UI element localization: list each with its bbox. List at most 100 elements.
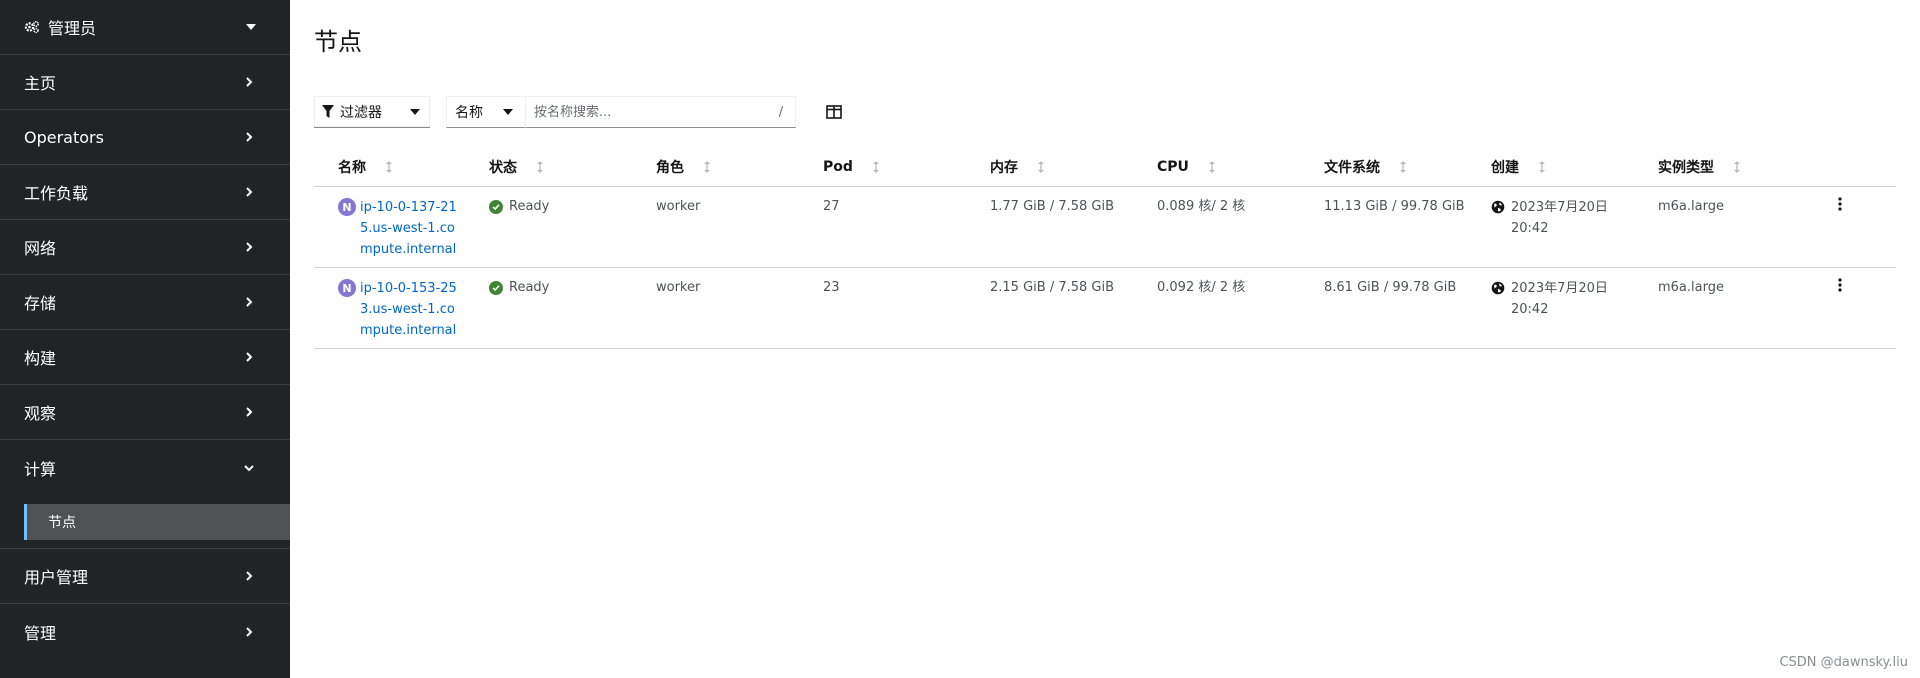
filesystem-cell: 11.13 GiB / 99.78 GiB <box>1324 199 1465 214</box>
filter-dropdown[interactable]: 过滤器 <box>314 96 430 128</box>
column-header-instance-type[interactable]: 实例类型 <box>1634 157 1784 177</box>
kebab-menu-icon <box>1838 197 1842 211</box>
sidebar-item-label: 计算 <box>24 459 57 479</box>
search-attribute-select[interactable]: 名称 <box>446 96 526 128</box>
node-resource-badge: N <box>338 279 356 297</box>
role-cell: worker <box>656 199 701 214</box>
sidebar-item-label: 用户管理 <box>24 568 89 587</box>
sidebar-item-label: 管理 <box>24 623 57 643</box>
status-cell: Ready <box>465 268 632 348</box>
sidebar-item-operators[interactable]: Operators <box>0 110 290 165</box>
created-cell: 2023年7月20日 20:42 <box>1467 187 1634 267</box>
column-header-filesystem[interactable]: 文件系统 <box>1300 157 1467 177</box>
table-row: N ip-10-0-153-253.us-west-1.compute.inte… <box>314 268 1896 349</box>
table-row: N ip-10-0-137-215.us-west-1.compute.inte… <box>314 187 1896 268</box>
column-header-name[interactable]: 名称 <box>314 157 465 177</box>
memory-cell: 1.77 GiB / 7.58 GiB <box>990 199 1115 214</box>
status-cell: Ready <box>465 187 632 267</box>
sidebar-item-workloads[interactable]: 工作负载 <box>0 165 290 220</box>
column-header-pods[interactable]: Pod <box>799 159 966 175</box>
role-cell: worker <box>656 280 701 295</box>
sidebar-item-label: 存储 <box>24 294 57 313</box>
sidebar-item-networking[interactable]: 网络 <box>0 220 290 275</box>
status-text: Ready <box>509 280 550 295</box>
chevron-right-icon <box>242 240 256 254</box>
watermark: CSDN @dawnsky.liu <box>1779 655 1908 670</box>
chevron-right-icon <box>242 75 256 89</box>
sidebar-item-home[interactable]: 主页 <box>0 55 290 110</box>
sort-icon <box>1038 161 1044 173</box>
chevron-right-icon <box>242 405 256 419</box>
pods-cell: 23 <box>823 280 840 295</box>
sidebar-item-nodes[interactable]: 节点 <box>24 503 290 540</box>
chevron-right-icon <box>242 295 256 309</box>
chevron-down-icon <box>242 461 256 475</box>
filter-icon <box>322 105 334 118</box>
sidebar-item-observe[interactable]: 观察 <box>0 385 290 440</box>
column-header-role[interactable]: 角色 <box>632 157 799 177</box>
compute-subnav: 节点 <box>0 495 290 549</box>
sidebar-item-label: 网络 <box>24 239 57 258</box>
caret-down-icon <box>246 24 256 30</box>
sidebar-item-administration[interactable]: 管理 <box>0 604 290 659</box>
row-actions-kebab[interactable] <box>1784 187 1896 267</box>
sort-icon <box>872 161 879 173</box>
sort-icon <box>1539 161 1545 173</box>
created-time: 20:42 <box>1511 302 1549 317</box>
name-cell: N ip-10-0-153-253.us-west-1.compute.inte… <box>314 268 465 348</box>
column-header-cpu[interactable]: CPU <box>1133 159 1300 175</box>
sidebar-item-label: 观察 <box>24 404 57 423</box>
sidebar: 管理员 主页 Operators 工作负载 网络 存储 构建 观察 计算 节点 … <box>0 0 290 678</box>
column-header-status[interactable]: 状态 <box>465 157 632 177</box>
table-header: 名称 状态 角色 Pod 内存 CPU 文件系统 创建 实例类型 <box>314 148 1896 187</box>
search-attribute-label: 名称 <box>455 105 483 121</box>
node-link[interactable]: ip-10-0-153-253.us-west-1.compute.intern… <box>360 278 465 341</box>
toolbar: 过滤器 名称 / <box>314 96 844 128</box>
sidebar-item-storage[interactable]: 存储 <box>0 275 290 330</box>
sort-icon <box>704 161 710 173</box>
sort-icon <box>1734 161 1740 173</box>
globe-icon <box>1491 281 1505 295</box>
filesystem-cell: 8.61 GiB / 99.78 GiB <box>1324 280 1457 295</box>
caret-down-icon <box>503 109 513 115</box>
sort-icon <box>1400 161 1406 173</box>
sidebar-item-label: Operators <box>24 127 104 147</box>
sidebar-item-label: 构建 <box>24 349 57 368</box>
app-root: 管理员 主页 Operators 工作负载 网络 存储 构建 观察 计算 节点 … <box>0 0 1920 678</box>
created-time: 20:42 <box>1511 221 1549 236</box>
created-date: 2023年7月20日 <box>1511 281 1608 296</box>
sort-icon <box>1208 161 1215 173</box>
sidebar-item-user-management[interactable]: 用户管理 <box>0 549 290 604</box>
page-title: 节点 <box>314 28 362 56</box>
status-text: Ready <box>509 199 550 214</box>
perspective-label: 管理员 <box>48 19 97 38</box>
column-management-button[interactable] <box>824 102 844 122</box>
search-box: / <box>526 96 796 128</box>
cpu-cell: 0.089 核/ 2 核 <box>1157 199 1246 214</box>
sidebar-item-builds[interactable]: 构建 <box>0 330 290 385</box>
filter-label: 过滤器 <box>340 104 382 121</box>
chevron-right-icon <box>242 569 256 583</box>
pods-cell: 27 <box>823 199 840 214</box>
memory-cell: 2.15 GiB / 7.58 GiB <box>990 280 1115 295</box>
column-header-memory[interactable]: 内存 <box>966 157 1133 177</box>
column-header-created[interactable]: 创建 <box>1467 157 1634 177</box>
chevron-right-icon <box>242 625 256 639</box>
sidebar-subitem-label: 节点 <box>48 514 76 531</box>
node-link[interactable]: ip-10-0-137-215.us-west-1.compute.intern… <box>360 197 465 260</box>
created-cell: 2023年7月20日 20:42 <box>1467 268 1634 348</box>
search-input[interactable] <box>526 97 767 127</box>
sort-icon <box>386 161 392 173</box>
instance-type-cell: m6a.large <box>1658 199 1724 214</box>
globe-icon <box>1491 200 1505 214</box>
columns-icon <box>826 105 842 119</box>
name-cell: N ip-10-0-137-215.us-west-1.compute.inte… <box>314 187 465 267</box>
row-actions-kebab[interactable] <box>1784 268 1896 348</box>
instance-type-cell: m6a.large <box>1658 280 1724 295</box>
chevron-right-icon <box>242 350 256 364</box>
node-resource-badge: N <box>338 198 356 216</box>
kebab-menu-icon <box>1838 278 1842 292</box>
sort-icon <box>537 161 543 173</box>
perspective-switcher[interactable]: 管理员 <box>0 0 290 55</box>
sidebar-item-compute[interactable]: 计算 <box>0 440 290 495</box>
